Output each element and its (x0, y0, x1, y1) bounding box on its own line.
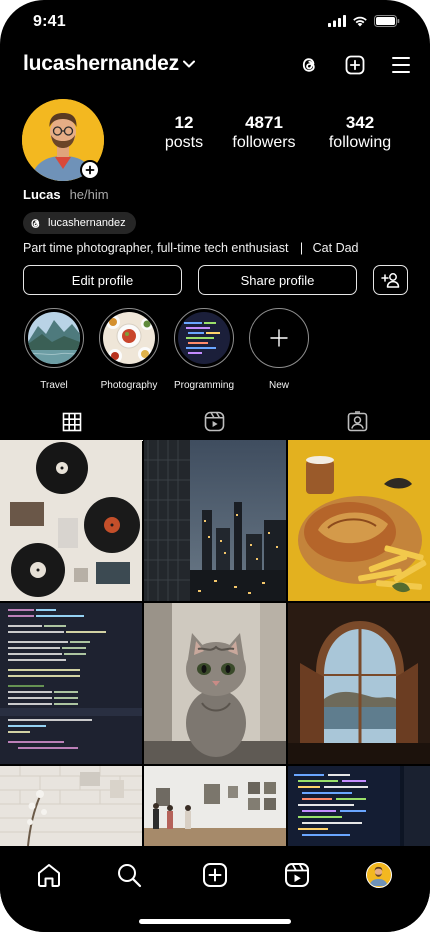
stat-followers[interactable]: 4871 followers (226, 113, 302, 153)
stat-value: 4871 (245, 113, 283, 132)
bio-text: Part time photographer, full-time tech e… (23, 241, 359, 255)
posts-grid (0, 440, 430, 846)
profile-avatar-wrap[interactable] (22, 99, 104, 181)
grid-post-vinyl-records-wall[interactable] (0, 440, 142, 601)
profile-actions: Edit profile Share profile (23, 265, 408, 295)
share-profile-button[interactable]: Share profile (198, 265, 357, 295)
highlight-photography[interactable]: Photography (98, 308, 160, 391)
plus-icon (85, 165, 95, 175)
bottom-navigation (0, 846, 430, 932)
grid-post-arched-window-sea[interactable] (288, 603, 430, 764)
reels-icon (285, 863, 309, 887)
highlight-travel[interactable]: Travel (23, 308, 85, 391)
add-story-button[interactable] (80, 160, 100, 180)
grid-post-code-editor-screen[interactable] (0, 603, 142, 764)
story-highlights: Travel Photography Programming New (23, 308, 430, 398)
grid-post-food-platter-fries[interactable] (288, 440, 430, 601)
search-icon (118, 864, 142, 888)
reels-icon (204, 411, 225, 432)
stat-following[interactable]: 342 following (321, 113, 399, 153)
grid-icon (62, 412, 81, 431)
tagged-icon (347, 411, 368, 432)
profile-stats: 12 posts 4871 followers 342 following (150, 113, 408, 153)
profile-header: lucashernandez (23, 52, 412, 82)
tab-reels[interactable] (143, 403, 286, 440)
discover-people-button[interactable] (373, 265, 408, 295)
threads-icon (31, 218, 40, 228)
nav-reels[interactable] (282, 860, 312, 890)
threads-icon (302, 58, 315, 72)
bio-extra: Cat Dad (312, 241, 359, 255)
edit-profile-button[interactable]: Edit profile (23, 265, 182, 295)
nav-profile[interactable] (364, 860, 394, 890)
header-actions (298, 54, 412, 76)
plus-icon (270, 329, 288, 347)
stat-value: 342 (345, 113, 375, 132)
status-time: 9:41 (33, 13, 66, 30)
menu-icon (392, 57, 410, 73)
threads-button[interactable] (298, 54, 320, 76)
wifi-icon (353, 16, 367, 27)
grid-post-white-wall-plant[interactable] (0, 766, 142, 846)
profile-avatar (366, 862, 392, 888)
create-icon (345, 55, 365, 75)
profile-name-row: Lucas he/him (23, 187, 109, 202)
tab-posts-grid[interactable] (0, 403, 143, 441)
bio-separator: | (299, 241, 304, 255)
status-bar: 9:41 (0, 0, 430, 44)
nav-home[interactable] (34, 860, 64, 890)
grid-post-city-skyline-dusk[interactable] (144, 440, 286, 601)
nav-search[interactable] (114, 860, 144, 890)
create-icon (203, 863, 227, 887)
menu-button[interactable] (390, 54, 412, 76)
grid-post-kitten-portrait[interactable] (144, 603, 286, 764)
highlight-programming[interactable]: Programming (173, 308, 235, 391)
account-switcher[interactable]: lucashernandez (23, 52, 195, 76)
stat-label: posts (164, 134, 204, 151)
profile-tabs (0, 403, 430, 441)
stat-label: following (328, 134, 392, 151)
threads-handle: lucashernandez (48, 217, 126, 229)
home-indicator (139, 919, 291, 924)
signal-icon (328, 15, 346, 27)
highlight-new[interactable]: New (248, 308, 310, 391)
nav-create[interactable] (200, 860, 230, 890)
username: lucashernandez (23, 52, 179, 75)
display-name: Lucas (23, 187, 61, 202)
create-post-button[interactable] (344, 54, 366, 76)
stat-label: followers (232, 134, 296, 151)
chevron-down-icon (182, 60, 195, 68)
bio-main: Part time photographer, full-time tech e… (23, 241, 289, 255)
phone-screen: 9:41 lucashernandez 12 posts 4871 follow… (0, 0, 430, 932)
grid-post-art-gallery-visitors[interactable] (144, 766, 286, 846)
stat-posts[interactable]: 12 posts (150, 113, 218, 153)
add-person-icon (380, 273, 399, 288)
home-icon (38, 864, 60, 887)
battery-icon (374, 15, 400, 27)
highlight-label: New (268, 380, 289, 391)
pronouns: he/him (69, 187, 109, 202)
grid-post-laptop-code-dark[interactable] (288, 766, 430, 846)
threads-badge[interactable]: lucashernandez (23, 212, 136, 234)
status-icons (328, 15, 400, 27)
tab-tagged[interactable] (286, 403, 429, 440)
stat-value: 12 (174, 113, 194, 132)
